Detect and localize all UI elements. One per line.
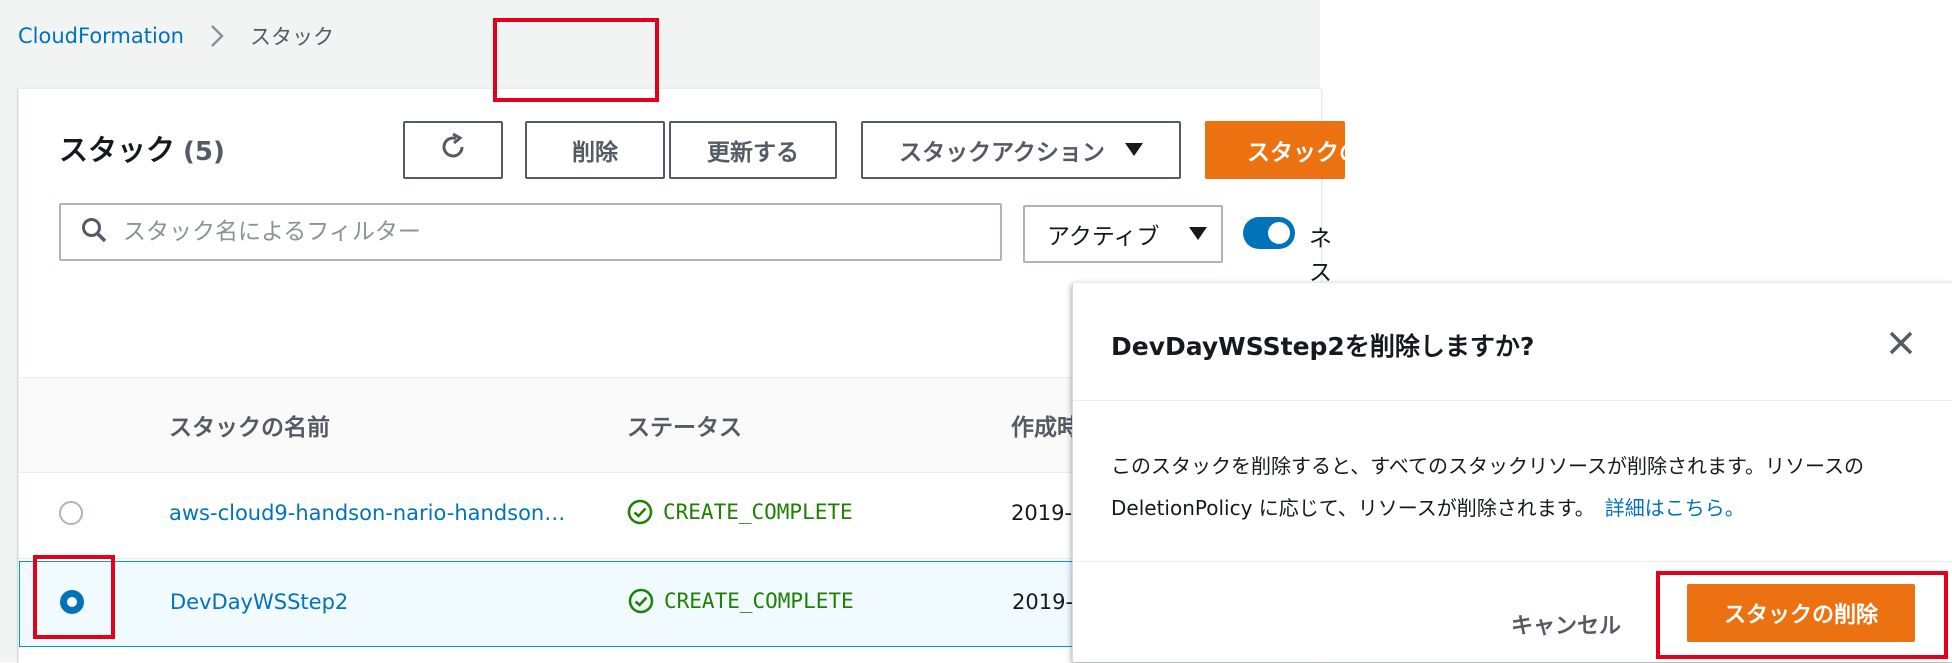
status-filter-select[interactable]: アクティブ — [1023, 205, 1223, 263]
highlight-box-confirm — [1656, 571, 1948, 659]
highlight-box-radio — [33, 555, 115, 639]
breadcrumb: CloudFormation スタック — [18, 20, 334, 52]
stack-name-link[interactable]: aws-cloud9-handson-nario-handson… — [169, 501, 565, 525]
modal-body-line2: DeletionPolicy に応じて、リソースが削除されます。 — [1111, 496, 1595, 520]
column-header-name[interactable]: スタックの名前 — [169, 408, 330, 442]
stack-actions-label: スタックアクション — [899, 140, 1105, 166]
modal-body-line2-wrap: DeletionPolicy に応じて、リソースが削除されます。 詳細はこちら。 — [1111, 487, 1911, 529]
highlight-box-delete — [493, 18, 659, 102]
search-input[interactable] — [121, 218, 945, 246]
toggle-knob — [1268, 222, 1290, 244]
refresh-icon — [438, 132, 468, 168]
check-circle-icon — [628, 588, 654, 614]
nested-stacks-toggle[interactable] — [1243, 217, 1295, 249]
page-title: スタック (5) — [59, 127, 225, 169]
modal-title: DevDayWSStep2を削除しますか? — [1111, 332, 1535, 361]
breadcrumb-cloudformation-link[interactable]: CloudFormation — [18, 24, 184, 48]
stacks-count: (5) — [183, 137, 225, 167]
cancel-button[interactable]: キャンセル — [1511, 608, 1621, 640]
create-stack-button[interactable]: スタックの作成 — [1205, 121, 1345, 179]
caret-down-icon — [1124, 137, 1143, 163]
modal-body: このスタックを削除すると、すべてのスタックリソースが削除されます。リソースの D… — [1111, 445, 1911, 529]
search-icon — [81, 217, 107, 247]
breadcrumb-current: スタック — [249, 25, 334, 49]
stack-filter-search — [59, 203, 1002, 261]
status-filter-value: アクティブ — [1047, 224, 1160, 250]
close-icon[interactable] — [1883, 325, 1919, 361]
status-cell: CREATE_COMPLETE — [628, 588, 854, 614]
delete-button[interactable]: 削除 — [525, 121, 665, 179]
refresh-button[interactable] — [403, 121, 503, 179]
stack-name-link[interactable]: DevDayWSStep2 — [170, 590, 348, 614]
stack-actions-dropdown[interactable]: スタックアクション — [861, 121, 1181, 179]
status-text: CREATE_COMPLETE — [663, 500, 853, 524]
modal-body-line1: このスタックを削除すると、すべてのスタックリソースが削除されます。リソースの — [1111, 454, 1864, 478]
status-cell: CREATE_COMPLETE — [627, 499, 853, 525]
column-header-status[interactable]: ステータス — [627, 408, 742, 442]
stacks-title: スタック — [59, 133, 176, 167]
caret-down-icon — [1189, 221, 1208, 247]
chevron-right-icon — [210, 24, 224, 48]
learn-more-link[interactable]: 詳細はこちら。 — [1605, 496, 1745, 520]
update-button[interactable]: 更新する — [669, 121, 837, 179]
modal-header: DevDayWSStep2を削除しますか? — [1073, 283, 1952, 401]
check-circle-icon — [627, 499, 653, 525]
row-select-radio[interactable] — [59, 501, 83, 525]
status-text: CREATE_COMPLETE — [664, 589, 854, 613]
